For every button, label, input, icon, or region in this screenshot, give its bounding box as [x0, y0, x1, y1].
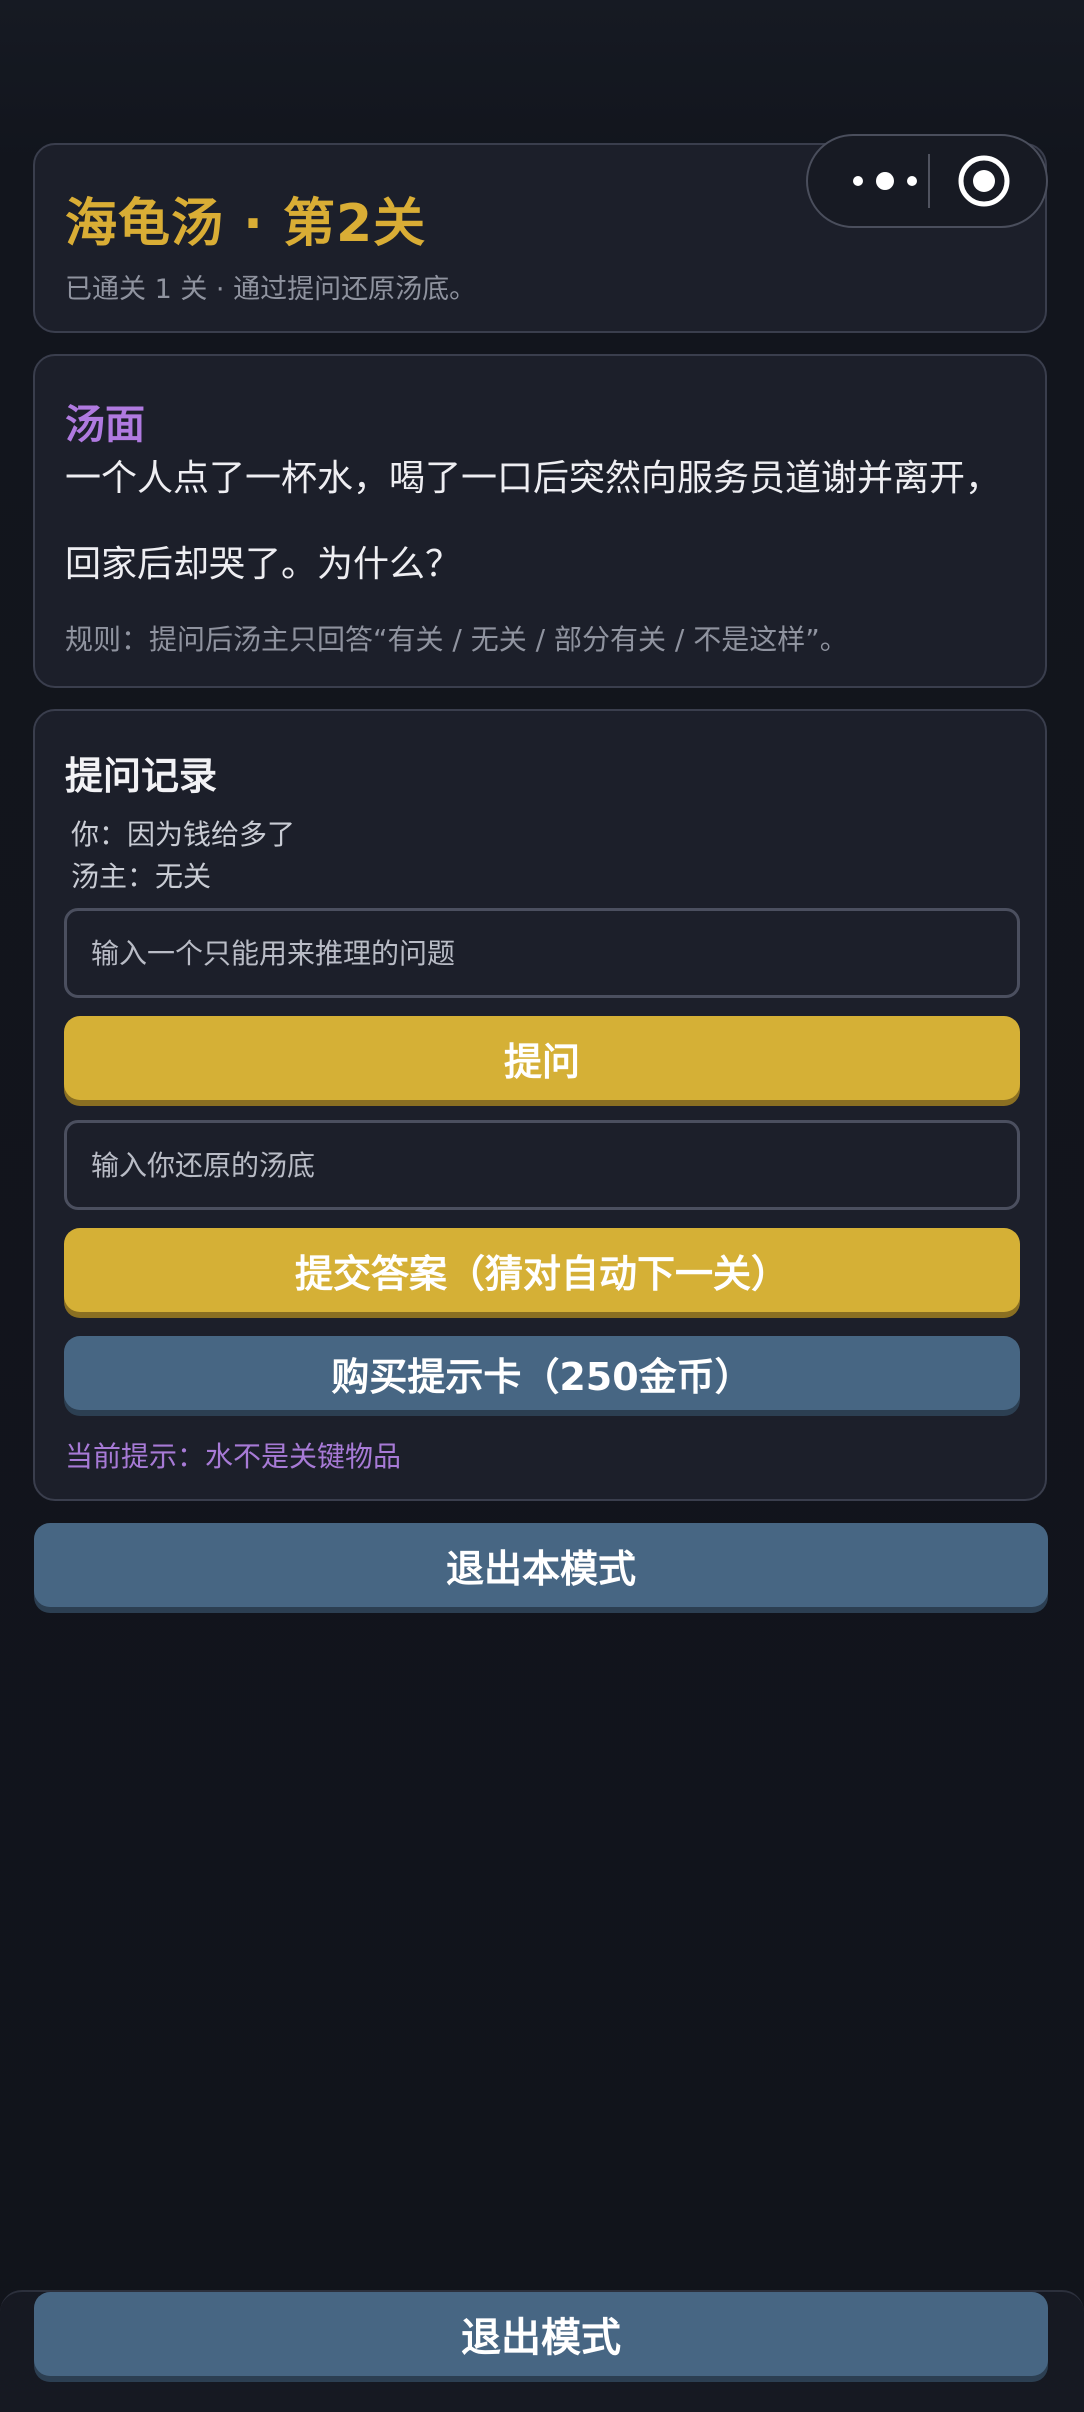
- question-log-card: 提问记录 你：因为钱给多了 汤主：无关 提问 提交答案（猜对自动下一关） 购买提…: [33, 709, 1047, 1501]
- submit-answer-button[interactable]: 提交答案（猜对自动下一关）: [64, 1228, 1020, 1312]
- story-card: 汤面 一个人点了一杯水，喝了一口后突然向服务员道谢并离开，回家后却哭了。为什么？…: [33, 354, 1047, 688]
- ask-button[interactable]: 提问: [64, 1016, 1020, 1100]
- capsule-divider: [928, 154, 930, 208]
- log-entry-answer: 汤主：无关: [71, 860, 212, 893]
- current-hint-text: 当前提示：水不是关键物品: [65, 1440, 402, 1473]
- miniprogram-capsule: [806, 134, 1048, 228]
- rule-text: 规则：提问后汤主只回答“有关 / 无关 / 部分有关 / 不是这样”。: [65, 623, 848, 656]
- exit-mode-button[interactable]: 退出模式: [34, 2292, 1048, 2376]
- more-dots-icon[interactable]: [842, 136, 928, 226]
- log-entry-question: 你：因为钱给多了: [71, 818, 296, 851]
- level-subtitle: 已通关 1 关 · 通过提问还原汤底。: [65, 274, 477, 305]
- story-text: 一个人点了一杯水，喝了一口后突然向服务员道谢并离开，回家后却哭了。为什么？: [65, 458, 1002, 585]
- target-circle-icon[interactable]: [956, 153, 1012, 209]
- answer-input[interactable]: [64, 1120, 1020, 1210]
- level-title: 海龟汤 · 第2关: [65, 194, 427, 254]
- question-log-title: 提问记录: [65, 754, 218, 798]
- question-input[interactable]: [64, 908, 1020, 998]
- exit-this-mode-button[interactable]: 退出本模式: [34, 1523, 1048, 1607]
- buy-hint-card-button[interactable]: 购买提示卡（250金币）: [64, 1336, 1020, 1410]
